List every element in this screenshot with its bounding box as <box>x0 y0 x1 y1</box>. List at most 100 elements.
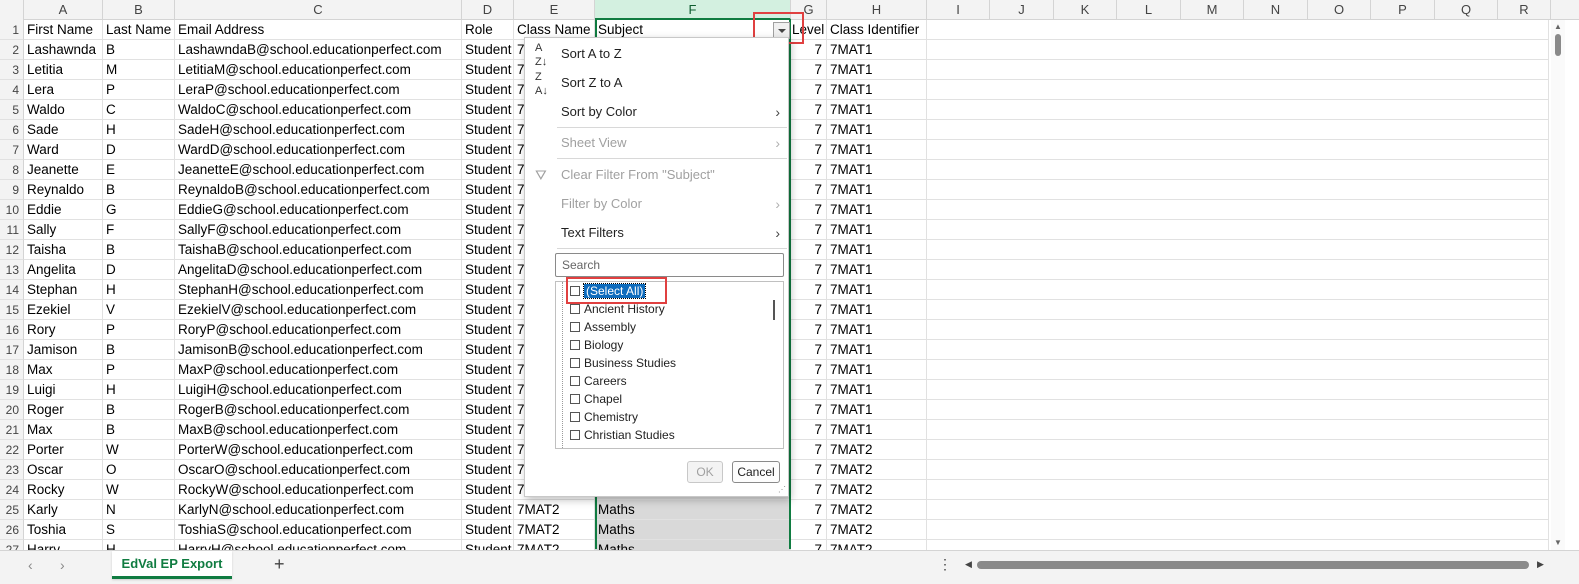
empty-cells[interactable] <box>927 480 1549 500</box>
table-cell-first[interactable]: Sally <box>24 220 103 240</box>
table-cell-last[interactable]: E <box>103 160 175 180</box>
table-cell-last[interactable]: B <box>103 400 175 420</box>
row-header[interactable]: 4 <box>0 80 24 100</box>
table-cell-email[interactable]: KarlyN@school.educationperfect.com <box>175 500 462 520</box>
table-cell-level[interactable]: 7 <box>791 400 827 420</box>
table-cell-first[interactable]: Rocky <box>24 480 103 500</box>
table-cell-email[interactable]: StephanH@school.educationperfect.com <box>175 280 462 300</box>
empty-cells[interactable] <box>927 40 1549 60</box>
empty-cells[interactable] <box>927 220 1549 240</box>
table-cell-level[interactable]: 7 <box>791 460 827 480</box>
row-header[interactable]: 24 <box>0 480 24 500</box>
table-cell-id[interactable]: 7MAT1 <box>827 380 927 400</box>
next-sheet-icon[interactable]: › <box>60 557 65 573</box>
table-cell-last[interactable]: S <box>103 520 175 540</box>
empty-cells[interactable] <box>927 260 1549 280</box>
list-item-select-all[interactable]: (Select All) <box>570 282 647 300</box>
checkbox[interactable] <box>570 394 580 404</box>
table-cell-email[interactable]: JamisonB@school.educationperfect.com <box>175 340 462 360</box>
table-cell-email[interactable]: OscarO@school.educationperfect.com <box>175 460 462 480</box>
table-cell-level[interactable]: 7 <box>791 340 827 360</box>
header-cell[interactable]: Email Address <box>175 20 462 40</box>
checkbox[interactable] <box>570 340 580 350</box>
table-cell-id[interactable]: 7MAT1 <box>827 200 927 220</box>
list-item[interactable]: Christian Studies <box>570 426 675 444</box>
list-item[interactable]: Biology <box>570 336 623 354</box>
table-cell-id[interactable]: 7MAT1 <box>827 280 927 300</box>
table-cell-role[interactable]: Student <box>462 180 514 200</box>
table-cell-role[interactable]: Student <box>462 120 514 140</box>
row-header[interactable]: 19 <box>0 380 24 400</box>
table-cell-email[interactable]: WardD@school.educationperfect.com <box>175 140 462 160</box>
table-cell-role[interactable]: Student <box>462 300 514 320</box>
column-header-o[interactable]: O <box>1308 0 1371 20</box>
empty-cells[interactable] <box>927 140 1549 160</box>
table-cell-id[interactable]: 7MAT1 <box>827 80 927 100</box>
table-cell-role[interactable]: Student <box>462 460 514 480</box>
table-cell-last[interactable]: B <box>103 340 175 360</box>
table-cell-id[interactable]: 7MAT1 <box>827 160 927 180</box>
table-cell-level[interactable]: 7 <box>791 520 827 540</box>
row-header[interactable]: 12 <box>0 240 24 260</box>
list-item[interactable]: Ancient History <box>570 300 665 318</box>
column-header-c[interactable]: C <box>175 0 462 20</box>
checkbox[interactable] <box>570 358 580 368</box>
table-cell-email[interactable]: JeanetteE@school.educationperfect.com <box>175 160 462 180</box>
table-cell-last[interactable]: H <box>103 380 175 400</box>
row-header[interactable]: 6 <box>0 120 24 140</box>
list-item[interactable]: Chemistry <box>570 408 638 426</box>
row-header[interactable]: 11 <box>0 220 24 240</box>
table-cell-role[interactable]: Student <box>462 40 514 60</box>
table-cell-role[interactable]: Student <box>462 380 514 400</box>
table-cell-role[interactable]: Student <box>462 100 514 120</box>
column-header-h[interactable]: H <box>827 0 927 20</box>
table-cell-id[interactable]: 7MAT2 <box>827 460 927 480</box>
add-sheet-icon[interactable]: + <box>274 554 285 575</box>
table-cell-role[interactable]: Student <box>462 500 514 520</box>
row-header[interactable]: 8 <box>0 160 24 180</box>
table-cell-id[interactable]: 7MAT1 <box>827 180 927 200</box>
table-cell-role[interactable]: Student <box>462 200 514 220</box>
table-cell-last[interactable]: D <box>103 140 175 160</box>
empty-cells[interactable] <box>927 340 1549 360</box>
table-cell-first[interactable]: Reynaldo <box>24 180 103 200</box>
row-header[interactable]: 18 <box>0 360 24 380</box>
row-header[interactable]: 9 <box>0 180 24 200</box>
column-header-f[interactable]: F <box>595 0 791 20</box>
table-cell-role[interactable]: Student <box>462 220 514 240</box>
table-cell-email[interactable]: SadeH@school.educationperfect.com <box>175 120 462 140</box>
table-cell-first[interactable]: Stephan <box>24 280 103 300</box>
empty-cells[interactable] <box>927 500 1549 520</box>
table-cell-level[interactable]: 7 <box>791 80 827 100</box>
column-header-r[interactable]: R <box>1498 0 1551 20</box>
table-cell-role[interactable]: Student <box>462 60 514 80</box>
table-cell-email[interactable]: MaxB@school.educationperfect.com <box>175 420 462 440</box>
table-cell-subject[interactable]: Maths <box>595 500 791 520</box>
table-cell-role[interactable]: Student <box>462 440 514 460</box>
table-cell-id[interactable]: 7MAT1 <box>827 220 927 240</box>
checkbox[interactable] <box>570 322 580 332</box>
empty-cells[interactable] <box>927 460 1549 480</box>
table-cell-last[interactable]: B <box>103 240 175 260</box>
row-header[interactable]: 14 <box>0 280 24 300</box>
table-cell-id[interactable]: 7MAT1 <box>827 120 927 140</box>
table-cell-id[interactable]: 7MAT1 <box>827 360 927 380</box>
cancel-button[interactable]: Cancel <box>732 461 780 483</box>
table-cell-id[interactable]: 7MAT1 <box>827 40 927 60</box>
empty-cells[interactable] <box>927 240 1549 260</box>
scroll-down-icon[interactable]: ▼ <box>1554 538 1562 547</box>
empty-cells[interactable] <box>927 360 1549 380</box>
table-cell-last[interactable]: H <box>103 120 175 140</box>
table-cell-last[interactable]: C <box>103 100 175 120</box>
table-cell-level[interactable]: 7 <box>791 480 827 500</box>
table-cell-level[interactable]: 7 <box>791 240 827 260</box>
table-cell-cls[interactable]: 7MAT2 <box>514 500 595 520</box>
list-scrollbar-thumb[interactable] <box>773 300 775 320</box>
table-cell-first[interactable]: Sade <box>24 120 103 140</box>
column-header-q[interactable]: Q <box>1435 0 1498 20</box>
list-item[interactable]: Chapel <box>570 390 622 408</box>
table-cell-level[interactable]: 7 <box>791 360 827 380</box>
scroll-left-icon[interactable]: ◀ <box>965 559 972 570</box>
table-cell-id[interactable]: 7MAT1 <box>827 100 927 120</box>
table-cell-first[interactable]: Luigi <box>24 380 103 400</box>
